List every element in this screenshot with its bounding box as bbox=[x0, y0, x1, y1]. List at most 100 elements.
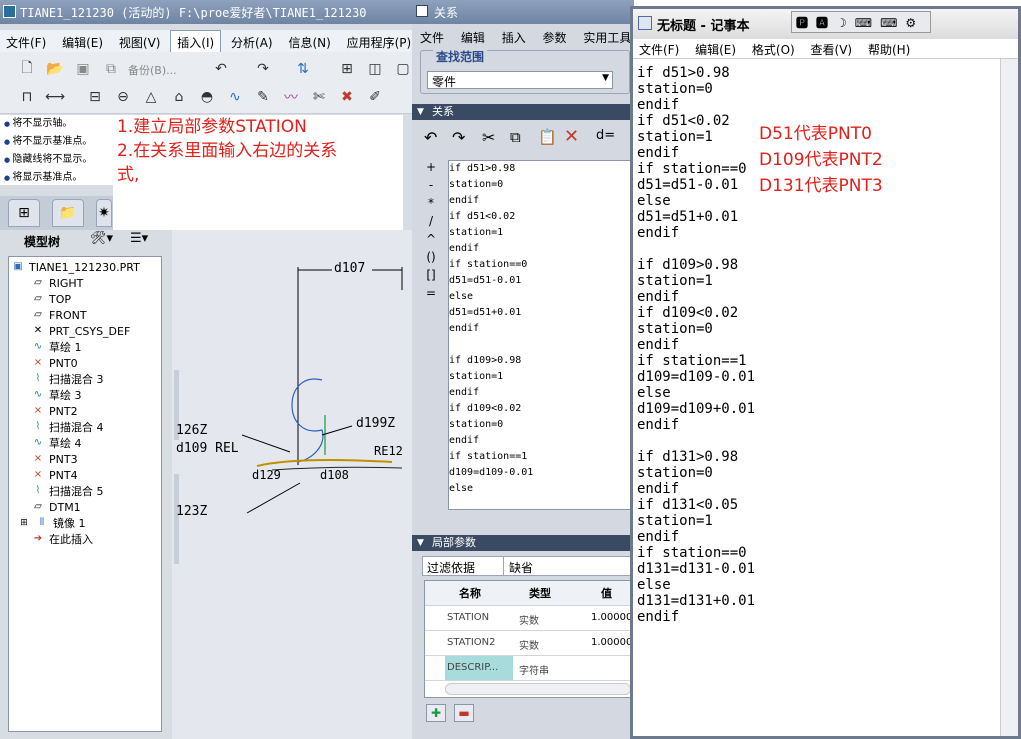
delete-icon[interactable]: ✕ bbox=[564, 126, 579, 147]
datum-axis-icon[interactable]: ⊖ bbox=[112, 86, 134, 108]
datum-more-icon[interactable]: ✐ bbox=[364, 86, 386, 108]
analysis-icon[interactable]: 〰 bbox=[280, 86, 302, 108]
dimension-label[interactable]: d107 bbox=[334, 261, 365, 276]
cut-icon[interactable]: ✂ bbox=[482, 128, 495, 147]
annotation-icon[interactable]: ✎ bbox=[252, 86, 274, 108]
table-row[interactable]: STATION2 实数 1.00000 bbox=[425, 631, 633, 656]
undo-icon[interactable]: ↶ bbox=[210, 58, 232, 80]
scope-select[interactable]: 零件 ▼ bbox=[427, 71, 613, 89]
regenerate-icon[interactable]: ⇅ bbox=[292, 58, 314, 80]
curve-icon[interactable]: ∿ bbox=[224, 86, 246, 108]
tree-item-insert-here[interactable]: ➔ 在此插入 bbox=[31, 531, 93, 547]
menu-applications[interactable]: 应用程序(P) bbox=[341, 31, 412, 54]
view-icon[interactable]: ▢ bbox=[392, 58, 412, 80]
filter-value[interactable]: 缺省 bbox=[509, 559, 533, 576]
layer-icon[interactable]: ◫ bbox=[364, 58, 386, 80]
dimension-label[interactable]: 126Z bbox=[176, 423, 207, 438]
operator-button[interactable]: = bbox=[418, 286, 444, 304]
ime-toolbar[interactable]: 🅿🅰☽⌨⌨⚙ bbox=[791, 11, 931, 33]
menu-file[interactable]: 文件(F) bbox=[0, 31, 52, 54]
tree-item-point[interactable]: × PNT3 bbox=[31, 451, 78, 467]
dimension-label[interactable]: d199Z bbox=[356, 416, 395, 431]
rel-menu-file[interactable]: 文件 bbox=[412, 28, 449, 46]
delete-datum-icon[interactable]: ✖ bbox=[336, 86, 358, 108]
redo-icon[interactable]: ↷ bbox=[252, 58, 274, 80]
operator-button[interactable]: * bbox=[418, 196, 444, 214]
window-icon[interactable]: ⊞ bbox=[336, 58, 358, 80]
model-tree-tab-icon[interactable]: ⊞ bbox=[8, 199, 40, 227]
tree-item-sketch[interactable]: ∿ 草绘 3 bbox=[31, 387, 82, 403]
vertical-scrollbar[interactable] bbox=[1000, 59, 1018, 736]
local-params-section-header[interactable]: 局部参数 bbox=[412, 535, 634, 551]
save-icon[interactable]: ▣ bbox=[72, 58, 94, 80]
tool-icon[interactable]: ✄ bbox=[308, 86, 330, 108]
tree-item-datum-plane[interactable]: ⏥ TOP bbox=[31, 291, 71, 307]
csys-icon[interactable]: ⌂ bbox=[168, 86, 190, 108]
np-menu-format[interactable]: 格式(O) bbox=[746, 39, 801, 58]
menu-view[interactable]: 视图(V) bbox=[113, 31, 167, 54]
tree-item-swept-blend[interactable]: ⌇ 扫描混合 4 bbox=[31, 419, 104, 435]
tree-item-swept-blend[interactable]: ⌇ 扫描混合 3 bbox=[31, 371, 104, 387]
menu-analysis[interactable]: 分析(A) bbox=[225, 31, 279, 54]
tree-item-datum-plane[interactable]: ⏥ FRONT bbox=[31, 307, 86, 323]
backup-icon[interactable]: ⧉ bbox=[100, 58, 122, 80]
dimension-icon[interactable]: ⟷ bbox=[44, 86, 66, 108]
tree-item-sketch[interactable]: ∿ 草绘 1 bbox=[31, 339, 82, 355]
rel-menu-edit[interactable]: 编辑 bbox=[453, 28, 490, 46]
datum-plane-icon[interactable]: ⊟ bbox=[84, 86, 106, 108]
dimension-label[interactable]: d129 bbox=[252, 468, 281, 482]
dimension-label[interactable]: d109 REL bbox=[176, 441, 239, 456]
table-row[interactable]: STATION 实数 1.00000 bbox=[425, 606, 633, 631]
tree-item-sketch[interactable]: ∿ 草绘 4 bbox=[31, 435, 82, 451]
tree-item-datum-plane[interactable]: ⏥ RIGHT bbox=[31, 275, 83, 291]
relations-editor[interactable]: if d51>0.98 station=0 endif if d51<0.02 … bbox=[448, 160, 634, 510]
tree-show-icon[interactable]: ☰▾ bbox=[130, 231, 148, 246]
datum-point-icon[interactable]: △ bbox=[140, 86, 162, 108]
np-menu-file[interactable]: 文件(F) bbox=[633, 39, 685, 58]
rel-menu-parameters[interactable]: 参数 bbox=[535, 28, 572, 46]
copy-icon[interactable]: ⧉ bbox=[510, 128, 521, 146]
sketch-icon[interactable]: ◓ bbox=[196, 86, 218, 108]
horizontal-scrollbar[interactable] bbox=[445, 683, 631, 695]
rel-menu-insert[interactable]: 插入 bbox=[494, 28, 531, 46]
dimension-label[interactable]: RE12 bbox=[374, 444, 403, 458]
menu-edit[interactable]: 编辑(E) bbox=[56, 31, 109, 54]
tree-item-point[interactable]: × PNT0 bbox=[31, 355, 78, 371]
dimension-label[interactable]: d108 bbox=[320, 468, 349, 482]
tree-settings-icon[interactable]: 🛠▾ bbox=[90, 231, 113, 246]
rel-menu-utilities[interactable]: 实用工具 bbox=[575, 28, 634, 46]
operator-button[interactable]: / bbox=[418, 214, 444, 232]
operator-button[interactable]: + bbox=[418, 160, 444, 178]
redo-icon[interactable]: ↷ bbox=[452, 128, 465, 147]
tree-item-csys[interactable]: ✕ PRT_CSYS_DEF bbox=[31, 323, 131, 339]
add-parameter-button[interactable]: ✚ bbox=[426, 704, 446, 722]
undo-icon[interactable]: ↶ bbox=[424, 128, 437, 147]
dimension-label[interactable]: 123Z bbox=[176, 504, 207, 519]
new-file-icon[interactable]: 🗋 bbox=[16, 58, 38, 80]
np-menu-help[interactable]: 帮助(H) bbox=[862, 39, 916, 58]
tree-item-point[interactable]: × PNT2 bbox=[31, 403, 78, 419]
operator-button[interactable]: - bbox=[418, 178, 444, 196]
folder-browser-tab-icon[interactable]: 📁 bbox=[52, 199, 84, 227]
table-row[interactable]: DESCRIP... 字符串 bbox=[425, 656, 633, 681]
paste-icon[interactable]: 📋 bbox=[538, 128, 557, 146]
tree-item-part[interactable]: ▣ TIANE1_121230.PRT bbox=[11, 259, 140, 275]
np-menu-view[interactable]: 查看(V) bbox=[805, 39, 859, 58]
tree-item-mirror[interactable]: ⊞ ⫴ 镜像 1 bbox=[17, 515, 85, 531]
graphics-window[interactable]: d107 126Z d109 REL d199Z 123Z d129 d108 … bbox=[172, 230, 412, 739]
backup-label[interactable]: 备份(B)... bbox=[128, 62, 177, 78]
lock-icon[interactable]: ⊓ bbox=[16, 86, 38, 108]
relations-section-header[interactable]: 关系 bbox=[412, 104, 634, 120]
operator-button[interactable]: ^ bbox=[418, 232, 444, 250]
favorites-tab-icon[interactable]: ✷ bbox=[96, 199, 112, 227]
evaluate-icon[interactable]: d= bbox=[596, 128, 615, 143]
tree-item-datum-plane[interactable]: ⏥ DTM1 bbox=[31, 499, 81, 515]
tree-item-swept-blend[interactable]: ⌇ 扫描混合 5 bbox=[31, 483, 104, 499]
operator-button[interactable]: [] bbox=[418, 268, 444, 286]
remove-parameter-button[interactable]: ▬ bbox=[454, 704, 474, 722]
open-folder-icon[interactable]: 📂 bbox=[44, 58, 66, 80]
operator-button[interactable]: () bbox=[418, 250, 444, 268]
menu-info[interactable]: 信息(N) bbox=[282, 31, 336, 54]
expand-icon[interactable]: ⊞ bbox=[17, 517, 31, 529]
np-menu-edit[interactable]: 编辑(E) bbox=[689, 39, 742, 58]
